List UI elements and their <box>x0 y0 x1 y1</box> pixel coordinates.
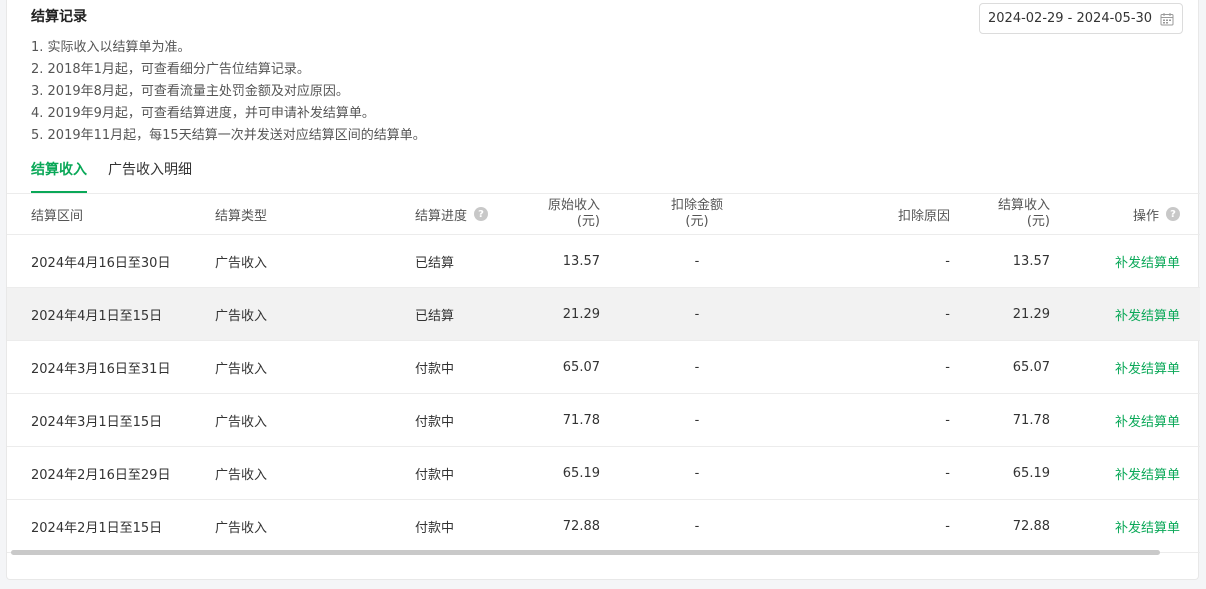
cell-type: 广告收入 <box>215 361 268 377</box>
question-mark-icon[interactable]: ? <box>474 207 489 221</box>
cell-progress: 付款中 <box>415 467 455 483</box>
cell-progress: 已结算 <box>415 308 455 324</box>
note-item: 3. 2019年8月起，可查看流量主处罚金额及对应原因。 <box>31 84 349 99</box>
header-settle-line2: (元) <box>1026 214 1050 229</box>
cell-range: 2024年4月1日至15日 <box>31 308 163 324</box>
cell-deducted-amount: - <box>694 465 700 481</box>
cell-deduct-reason: - <box>945 518 950 534</box>
cell-progress: 付款中 <box>415 414 455 430</box>
reissue-statement-button[interactable]: 补发结算单 <box>1115 358 1180 377</box>
horizontal-scrollbar[interactable] <box>11 550 1160 555</box>
cell-settlement-income: 72.88 <box>1012 518 1050 534</box>
header-operation-label: 操作 <box>1132 208 1159 224</box>
table-row: 2024年2月1日至15日 广告收入 付款中 72.88 - - 72.88 补… <box>7 500 1200 553</box>
cell-original-income: 72.88 <box>562 518 600 534</box>
cell-range: 2024年3月16日至31日 <box>31 361 171 377</box>
header-deduct-line1: 扣除金额 <box>670 198 723 213</box>
cell-type: 广告收入 <box>215 414 268 430</box>
calendar-icon <box>1160 12 1174 26</box>
header-type: 结算类型 <box>215 208 268 224</box>
header-orig-line2: (元) <box>576 214 600 229</box>
header-original-income: 原始收入 (元) <box>548 194 600 234</box>
page-title: 结算记录 <box>31 9 87 25</box>
cell-deducted-amount: - <box>694 359 700 375</box>
cell-type: 广告收入 <box>215 467 268 483</box>
header-operation: 操作 ? <box>1133 194 1180 234</box>
cell-deduct-reason: - <box>945 253 950 269</box>
cell-settlement-income: 71.78 <box>1012 412 1050 428</box>
header-deducted-amount: 扣除金额 (元) <box>647 194 747 234</box>
cell-deduct-reason: - <box>945 465 950 481</box>
header-deduct-line2: (元) <box>685 214 709 229</box>
date-range-picker[interactable]: 2024-02-29 - 2024-05-30 <box>979 3 1183 34</box>
header-settle-line1: 结算收入 <box>997 198 1050 213</box>
reissue-statement-link: 补发结算单 <box>1115 235 1180 287</box>
cell-deduct-reason: - <box>945 412 950 428</box>
cell-deducted-amount: - <box>694 412 700 428</box>
cell-original-income: 65.07 <box>562 359 600 375</box>
header-progress-label: 结算进度 <box>415 208 468 224</box>
reissue-statement-link: 补发结算单 <box>1115 341 1180 393</box>
header-range: 结算区间 <box>31 208 84 224</box>
cell-deducted-amount: - <box>694 518 700 534</box>
table-row: 2024年4月1日至15日 广告收入 已结算 21.29 - - 21.29 补… <box>7 288 1200 341</box>
note-item: 4. 2019年9月起，可查看结算进度，并可申请补发结算单。 <box>31 106 375 121</box>
header-deduct-reason: 扣除原因 <box>897 208 950 224</box>
cell-range: 2024年2月1日至15日 <box>31 520 163 536</box>
header-progress: 结算进度 ? <box>415 194 489 234</box>
header-orig-line1: 原始收入 <box>547 198 600 213</box>
reissue-statement-link: 补发结算单 <box>1115 500 1180 552</box>
cell-range: 2024年3月1日至15日 <box>31 414 163 430</box>
cell-settlement-income: 65.07 <box>1012 359 1050 375</box>
cell-progress: 付款中 <box>415 361 455 377</box>
cell-deduct-reason: - <box>945 359 950 375</box>
date-range-value: 2024-02-29 - 2024-05-30 <box>988 11 1153 26</box>
reissue-statement-button[interactable]: 补发结算单 <box>1115 517 1180 536</box>
reissue-statement-button[interactable]: 补发结算单 <box>1115 305 1180 324</box>
cell-progress: 已结算 <box>415 255 455 271</box>
cell-original-income: 65.19 <box>562 465 600 481</box>
cell-type: 广告收入 <box>215 308 268 324</box>
tab-ad-income-detail[interactable]: 广告收入明细 <box>108 155 192 189</box>
reissue-statement-link: 补发结算单 <box>1115 394 1180 446</box>
cell-range: 2024年2月16日至29日 <box>31 467 171 483</box>
note-item: 1. 实际收入以结算单为准。 <box>31 40 191 55</box>
cell-deducted-amount: - <box>694 253 700 269</box>
table-row: 2024年3月1日至15日 广告收入 付款中 71.78 - - 71.78 补… <box>7 394 1200 447</box>
reissue-statement-link: 补发结算单 <box>1115 288 1180 340</box>
table-row: 2024年2月16日至29日 广告收入 付款中 65.19 - - 65.19 … <box>7 447 1200 500</box>
reissue-statement-button[interactable]: 补发结算单 <box>1115 411 1180 430</box>
cell-original-income: 71.78 <box>562 412 600 428</box>
cell-type: 广告收入 <box>215 520 268 536</box>
cell-progress: 付款中 <box>415 520 455 536</box>
cell-original-income: 21.29 <box>562 306 600 322</box>
reissue-statement-link: 补发结算单 <box>1115 447 1180 499</box>
header-settlement-income: 结算收入 (元) <box>998 194 1050 234</box>
table-row: 2024年4月16日至30日 广告收入 已结算 13.57 - - 13.57 … <box>7 235 1200 288</box>
cell-original-income: 13.57 <box>562 253 600 269</box>
reissue-statement-button[interactable]: 补发结算单 <box>1115 252 1180 271</box>
tab-bar: 结算收入 广告收入明细 <box>31 155 213 193</box>
settlement-table: 结算区间 结算类型 结算进度 ? 原始收入 (元) 扣除金额 (元) 扣除原因 <box>7 193 1200 553</box>
cell-settlement-income: 21.29 <box>1012 306 1050 322</box>
tab-settlement-income[interactable]: 结算收入 <box>31 155 87 193</box>
cell-type: 广告收入 <box>215 255 268 271</box>
cell-settlement-income: 13.57 <box>1012 253 1050 269</box>
table-row: 2024年3月16日至31日 广告收入 付款中 65.07 - - 65.07 … <box>7 341 1200 394</box>
cell-deducted-amount: - <box>694 306 700 322</box>
note-item: 5. 2019年11月起，每15天结算一次并发送对应结算区间的结算单。 <box>31 128 426 143</box>
cell-range: 2024年4月16日至30日 <box>31 255 171 271</box>
settlement-card: 结算记录 2024-02-29 - 2024-05-30 1. 实际收入以结算单… <box>6 0 1200 580</box>
reissue-statement-button[interactable]: 补发结算单 <box>1115 464 1180 483</box>
table-header: 结算区间 结算类型 结算进度 ? 原始收入 (元) 扣除金额 (元) 扣除原因 <box>7 194 1200 235</box>
cell-settlement-income: 65.19 <box>1012 465 1050 481</box>
notes-list: 1. 实际收入以结算单为准。 2. 2018年1月起，可查看细分广告位结算记录。… <box>31 37 426 147</box>
question-mark-icon[interactable]: ? <box>1166 207 1180 221</box>
cell-deduct-reason: - <box>945 306 950 322</box>
note-item: 2. 2018年1月起，可查看细分广告位结算记录。 <box>31 62 310 77</box>
